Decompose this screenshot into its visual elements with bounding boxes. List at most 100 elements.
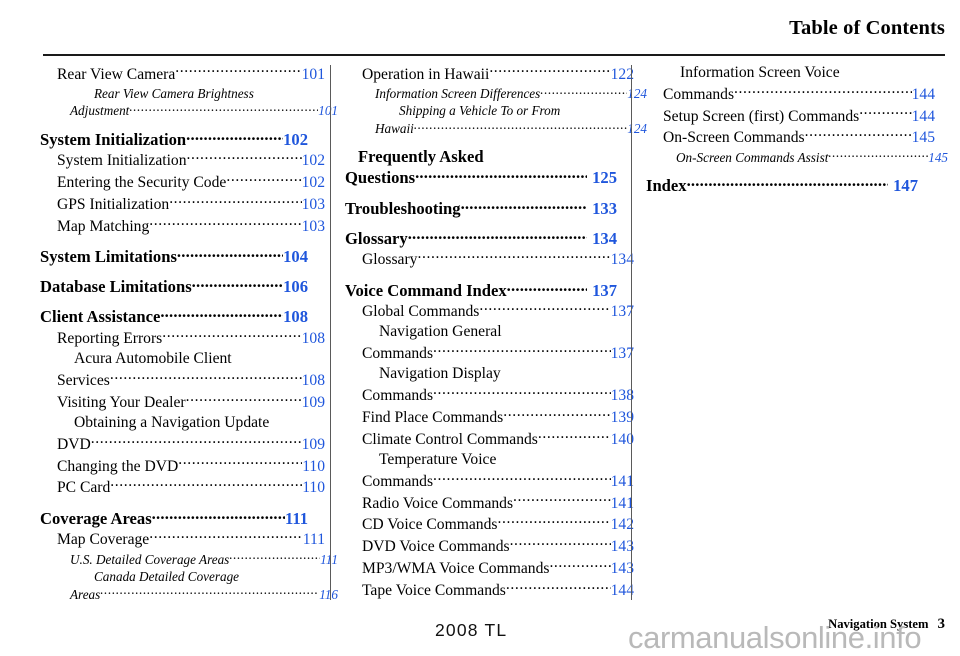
toc-entry[interactable]: Glossary134 [345, 249, 634, 271]
toc-entry-line: Rear View Camera 101 [57, 63, 325, 85]
toc-entry[interactable]: Tape Voice Commands144 [345, 579, 634, 601]
toc-page-number: 101 [301, 65, 325, 83]
toc-entry[interactable]: Index 147 [646, 175, 918, 197]
toc-entry-line: Map Coverage 111 [57, 529, 325, 551]
toc-entry[interactable]: On-Screen Commands Assist 145 [646, 149, 948, 167]
toc-entry[interactable]: GPS Initialization 103 [40, 193, 325, 215]
toc-entry[interactable]: System Initialization 102 [40, 150, 325, 172]
dot-leader [859, 105, 911, 121]
toc-entry[interactable]: Client Assistance 108 [40, 306, 308, 328]
toc-entry-label: Commands [362, 387, 434, 405]
toc-entry[interactable]: Glossary134 [345, 227, 617, 249]
dot-leader [229, 550, 320, 563]
toc-entry[interactable]: U.S. Detailed Coverage Areas111 [40, 550, 338, 568]
toc-column-2: Operation in Hawaii122Information Screen… [345, 63, 647, 603]
toc-entry[interactable]: Find Place Commands139 [345, 406, 634, 428]
toc-entry-label: Shipping a Vehicle To or From [399, 103, 561, 119]
toc-entry[interactable]: Navigation General Commands137 [345, 322, 634, 364]
header-rule [43, 54, 945, 56]
toc-entry[interactable]: Map Matching 103 [40, 215, 325, 237]
dot-leader [177, 246, 283, 263]
toc-entry[interactable]: Reporting Errors 108 [40, 327, 325, 349]
toc-page-number: 106 [283, 277, 308, 297]
toc-entry-label: Entering the Security Code [57, 174, 227, 192]
toc-entry-label: Changing the DVD [57, 457, 179, 475]
toc-page-number: 103 [301, 217, 325, 235]
dot-leader [149, 215, 301, 231]
toc-entry[interactable]: Temperature Voice Commands141 [345, 450, 634, 492]
toc-entry[interactable]: Changing the DVD 110 [40, 455, 325, 477]
toc-entry[interactable]: Rear View Camera 101 [40, 63, 325, 85]
toc-entry[interactable]: Information Screen Differences124 [345, 85, 647, 103]
toc-entry[interactable]: Rear View Camera Brightness Adjustment 101 [40, 85, 338, 120]
toc-entry-label: Rear View Camera Brightness [94, 85, 254, 101]
footer-page-number: 3 [937, 616, 946, 632]
toc-entry[interactable]: Visiting Your Dealer 109 [40, 391, 325, 413]
toc-entry-label: Obtaining a Navigation Update [74, 413, 270, 431]
toc-entry-label: DVD [57, 435, 91, 453]
toc-entry-label: On-Screen Commands [663, 129, 805, 147]
toc-entry-label: Adjustment [70, 103, 130, 119]
toc-entry[interactable]: On-Screen Commands 145 [646, 127, 935, 149]
toc-entry[interactable]: Radio Voice Commands141 [345, 492, 634, 514]
toc-entry-label: Information Screen Differences [375, 85, 541, 101]
toc-entry-label: On-Screen Commands Assist [676, 149, 829, 165]
toc-entry[interactable]: Entering the Security Code 102 [40, 172, 325, 194]
toc-entry-label: Navigation Display [379, 365, 501, 383]
toc-entry-label: Acura Automobile Client [74, 350, 232, 368]
toc-entry-label: Glossary [362, 251, 418, 269]
toc-entry-line: Coverage Areas 111 [40, 507, 308, 529]
toc-entry[interactable]: CD Voice Commands142 [345, 514, 634, 536]
toc-page-number: 133 [592, 198, 617, 218]
dot-leader [129, 102, 318, 115]
toc-column-3: Information Screen VoiceCommands144Setup… [646, 63, 948, 603]
dot-leader [186, 128, 283, 145]
dot-leader [687, 175, 889, 192]
toc-entry[interactable]: Map Coverage 111 [40, 529, 325, 551]
toc-entry[interactable]: Operation in Hawaii122 [345, 63, 634, 85]
toc-entry[interactable]: Database Limitations 106 [40, 276, 308, 298]
dot-leader [178, 455, 302, 471]
toc-entry[interactable]: Global Commands137 [345, 301, 634, 323]
toc-page-number: 108 [283, 307, 308, 327]
toc-entry[interactable]: Shipping a Vehicle To or FromHawaii124 [345, 102, 647, 137]
dot-leader [513, 492, 611, 508]
column-divider [330, 65, 331, 600]
toc-entry[interactable]: DVD Voice Commands143 [345, 536, 634, 558]
toc-entry[interactable]: Voice Command Index 137 [345, 279, 617, 301]
toc-entry-label: Index [646, 176, 687, 196]
toc-entry-line: Visiting Your Dealer 109 [57, 391, 325, 413]
toc-entry-label: Database Limitations [40, 277, 192, 297]
toc-entry[interactable]: Troubleshooting 133 [345, 197, 617, 219]
toc-entry-line: Troubleshooting 133 [345, 197, 617, 219]
toc-entry-label: GPS Initialization [57, 196, 170, 214]
toc-entry[interactable]: MP3/WMA Voice Commands143 [345, 557, 634, 579]
toc-entry-wrapped-line: Shipping a Vehicle To or From [375, 102, 671, 119]
toc-entry-line: PC Card 110 [57, 477, 325, 499]
toc-entry[interactable]: Frequently AskedQuestions 125 [345, 146, 617, 189]
toc-entry[interactable]: Obtaining a Navigation Update DVD 109 [40, 413, 325, 455]
dot-leader [162, 327, 301, 343]
dot-leader [415, 167, 587, 184]
toc-entry-label: PC Card [57, 479, 111, 497]
toc-entry[interactable]: Acura Automobile Client Services 108 [40, 349, 325, 391]
toc-entry-line: U.S. Detailed Coverage Areas111 [70, 550, 338, 568]
toc-entry[interactable]: System Limitations 104 [40, 246, 308, 268]
toc-page-number: 102 [301, 152, 325, 170]
toc-entry[interactable]: Coverage Areas 111 [40, 507, 308, 529]
toc-entry-label: Glossary [345, 228, 408, 248]
toc-entry[interactable]: Canada Detailed CoverageAreas 116 [40, 568, 338, 603]
dot-leader [549, 557, 610, 573]
toc-entry[interactable]: Information Screen Voice Commands 144 [646, 63, 935, 105]
toc-entry[interactable]: PC Card 110 [40, 477, 325, 499]
toc-entry-label: System Initialization [57, 152, 187, 170]
footer-model-year: 2008 TL [435, 620, 508, 640]
toc-entry-wrapped-line: Canada Detailed Coverage [70, 568, 362, 585]
dot-leader [186, 391, 302, 407]
toc-entry[interactable]: Setup Screen (first) Commands 144 [646, 105, 935, 127]
toc-entry[interactable]: Navigation Display Commands138 [345, 364, 634, 406]
dot-leader [187, 150, 302, 166]
toc-page-number: 101 [318, 103, 338, 119]
toc-entry[interactable]: System Initialization 102 [40, 128, 308, 150]
toc-entry[interactable]: Climate Control Commands140 [345, 428, 634, 450]
